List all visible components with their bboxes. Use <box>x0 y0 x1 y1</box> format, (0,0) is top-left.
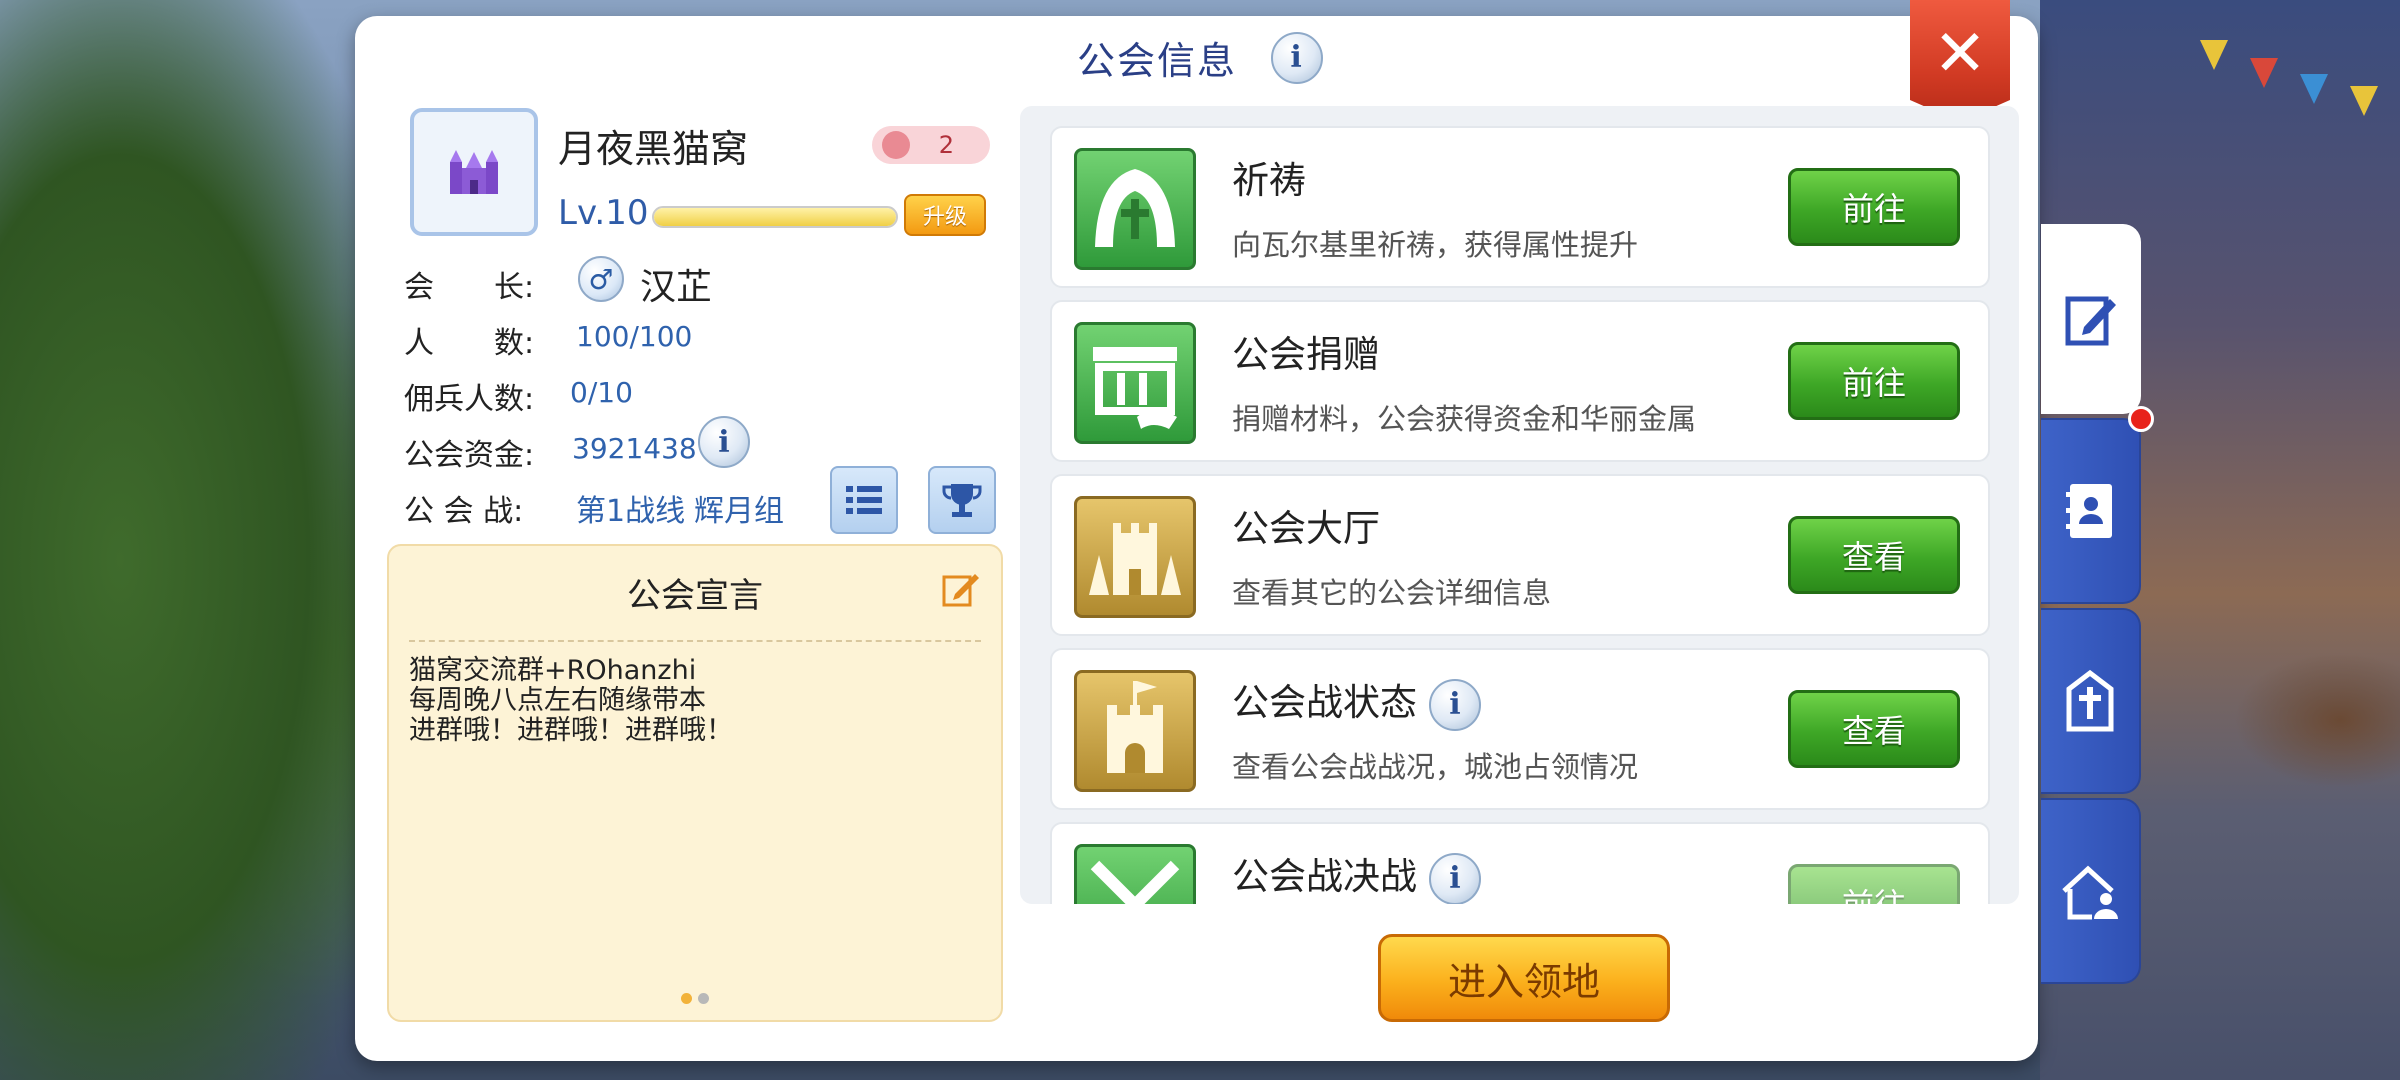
feature-item-donation: 公会捐赠 捐赠材料，公会获得资金和华丽金属 前往 <box>1050 300 1990 462</box>
final-battle-go-button[interactable]: 前往 <box>1788 864 1960 904</box>
guild-level: Lv.10 <box>558 193 649 233</box>
guild-declaration-box: 公会宣言 猫窝交流群+ROhanzhi 每周晚八点左右随缘带本 进群哦！进群哦！… <box>387 544 1003 1022</box>
declaration-divider <box>409 640 981 642</box>
upgrade-button[interactable]: 升级 <box>904 194 986 236</box>
war-status-info-icon[interactable]: i <box>1429 678 1481 731</box>
page-dot-active <box>681 993 692 1004</box>
donate-icon <box>1074 322 1196 444</box>
declaration-text: 猫窝交流群+ROhanzhi 每周晚八点左右随缘带本 进群哦！进群哦！进群哦！ <box>409 655 733 746</box>
member-list-button[interactable] <box>830 466 898 534</box>
feature-title: 公会捐赠 <box>1232 333 1380 376</box>
ranking-button[interactable] <box>928 466 996 534</box>
final-battle-info-icon[interactable]: i <box>1429 852 1481 904</box>
feature-title: 公会大厅 <box>1232 507 1380 550</box>
members-row: 人 数: 100/100 <box>404 318 692 362</box>
tab-guild-info[interactable] <box>2041 224 2141 414</box>
funds-info-icon[interactable]: i <box>698 416 750 468</box>
feature-item-guild-hall: 公会大厅 查看其它的公会详细信息 查看 <box>1050 474 1990 636</box>
mercenary-label: 佣兵人数: <box>404 382 535 417</box>
feature-title-text: 公会战状态 <box>1232 681 1417 724</box>
castle-icon <box>1074 496 1196 618</box>
feature-list[interactable]: 祈祷 向瓦尔基里祈祷，获得属性提升 前往 公会捐赠 捐赠材料，公会获得资金和华丽… <box>1020 106 2019 904</box>
members-label: 人 数: <box>404 326 535 361</box>
funds-label: 公会资金: <box>404 438 535 473</box>
edit-declaration-button[interactable] <box>941 568 981 612</box>
notification-dot <box>2128 406 2154 432</box>
close-button[interactable]: ✕ <box>1910 0 2010 122</box>
funds-value: 3921438 <box>572 432 697 465</box>
feature-title: 公会战状态 i <box>1232 672 1481 731</box>
guild-emblem[interactable] <box>410 108 538 236</box>
crossed-swords-icon <box>1074 844 1196 904</box>
feature-title: 公会战决战 i <box>1232 846 1481 904</box>
feature-item-final-battle: 公会战决战 i 前往 <box>1050 822 1990 904</box>
funds-row: 公会资金: 3921438 <box>404 430 697 474</box>
level-progress-bar <box>652 206 898 228</box>
mercenary-row: 佣兵人数: 0/10 <box>404 374 633 418</box>
feature-title-text: 公会战决战 <box>1232 855 1417 898</box>
feature-desc: 查看其它的公会详细信息 <box>1232 576 1552 610</box>
leader-row: 会 长: <box>404 262 534 306</box>
feature-item-war-status: 公会战状态 i 查看公会战战况，城池占领情况 查看 <box>1050 648 1990 810</box>
guild-war-label: 公 会 战: <box>404 494 524 529</box>
male-icon: ♂ <box>578 256 624 302</box>
page-indicator <box>389 989 1001 1008</box>
declaration-title: 公会宣言 <box>627 576 763 616</box>
panel-header: 公会信息 i <box>0 30 2400 85</box>
contact-book-icon <box>2066 484 2112 538</box>
guild-rank: 2 <box>938 131 954 159</box>
mercenary-value: 0/10 <box>570 376 633 409</box>
guild-war-row: 公 会 战: 第1战线 辉月组 <box>404 486 784 530</box>
church-icon <box>2066 669 2114 732</box>
feature-desc: 向瓦尔基里祈祷，获得属性提升 <box>1232 228 1639 262</box>
panel-title: 公会信息 <box>1076 39 1237 83</box>
edit-icon <box>942 574 979 607</box>
enter-territory-button[interactable]: 进入领地 <box>1378 934 1670 1022</box>
close-icon: ✕ <box>1933 17 1987 91</box>
tab-church[interactable] <box>2041 608 2141 794</box>
prayer-go-button[interactable]: 前往 <box>1788 168 1960 246</box>
feature-item-prayer: 祈祷 向瓦尔基里祈祷，获得属性提升 前往 <box>1050 126 1990 288</box>
guild-war-group: 辉月组 <box>694 494 784 529</box>
guild-rank-badge: 2 <box>872 126 990 164</box>
feature-desc: 查看公会战战况，城池占领情况 <box>1232 750 1639 784</box>
war-status-view-button[interactable]: 查看 <box>1788 690 1960 768</box>
page-dot <box>698 993 709 1004</box>
tower-icon <box>1074 670 1196 792</box>
castle-emblem-icon <box>450 150 498 194</box>
donation-go-button[interactable]: 前往 <box>1788 342 1960 420</box>
edit-document-icon <box>2065 296 2116 346</box>
feature-desc: 捐赠材料，公会获得资金和华丽金属 <box>1232 402 1697 436</box>
prayer-icon <box>1074 148 1196 270</box>
bunting-flag <box>2350 86 2378 116</box>
leader-name: 汉芷 <box>640 267 713 308</box>
guild-war-line: 第1战线 <box>576 494 686 529</box>
info-icon[interactable]: i <box>1271 31 1324 84</box>
feature-title: 祈祷 <box>1232 159 1306 202</box>
tab-members[interactable] <box>2041 418 2141 604</box>
tab-territory[interactable] <box>2041 798 2141 984</box>
trophy-icon <box>942 484 982 517</box>
members-value: 100/100 <box>576 320 693 353</box>
rank-icon <box>882 131 910 159</box>
guild-name: 月夜黑猫窝 <box>558 127 749 171</box>
guild-hall-view-button[interactable]: 查看 <box>1788 516 1960 594</box>
list-icon <box>846 486 882 514</box>
leader-label: 会 长: <box>404 270 535 305</box>
house-person-icon <box>2062 865 2118 920</box>
level-progress-fill <box>654 208 896 226</box>
